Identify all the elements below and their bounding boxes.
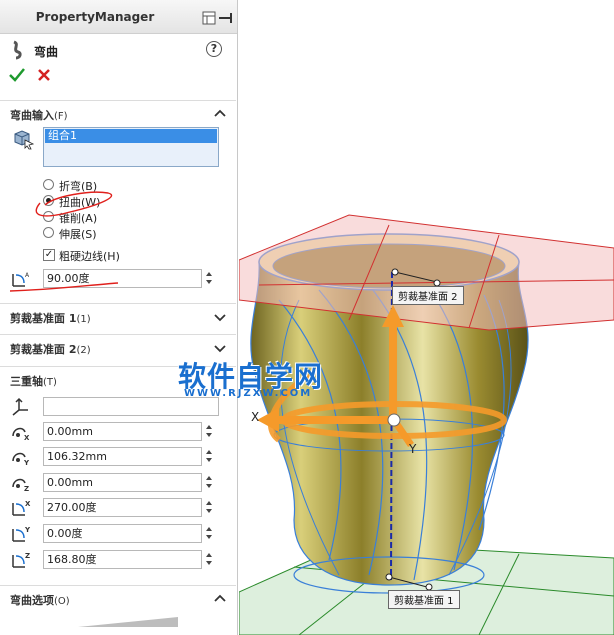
- rigid-edges-checkbox[interactable]: ✓: [43, 249, 55, 261]
- radio-button[interactable]: [43, 227, 54, 238]
- triad-entity-field[interactable]: [43, 397, 219, 416]
- z-position-spinner[interactable]: [204, 473, 216, 492]
- y-position-field[interactable]: 106.32mm: [43, 447, 202, 466]
- graphics-viewport[interactable]: 剪裁基准面 2 剪裁基准面 1 X Y: [239, 0, 614, 635]
- trim-plane-2-label[interactable]: 剪裁基准面 2: [392, 286, 464, 305]
- property-manager-panel: PropertyManager 弯曲 ? 弯曲输入(F) 组合1 折弯(B) 扭…: [0, 0, 238, 635]
- section-trim-plane-2[interactable]: 剪裁基准面 2(2): [0, 334, 236, 360]
- section-label: 剪裁基准面 1(1): [10, 312, 91, 325]
- y-position-icon: Y: [12, 452, 30, 467]
- x-rotation-icon: X: [12, 500, 31, 516]
- angle-icon: A: [12, 272, 30, 287]
- radio-button[interactable]: [43, 211, 54, 222]
- svg-text:Z: Z: [24, 485, 29, 493]
- angle-field[interactable]: 90.00度: [43, 269, 202, 288]
- section-bend-options[interactable]: 弯曲选项(O): [0, 585, 236, 611]
- trim-plane-1-label[interactable]: 剪裁基准面 1: [388, 590, 460, 609]
- x-rotation-field[interactable]: 270.00度: [43, 498, 202, 517]
- z-rotation-spinner[interactable]: [204, 550, 216, 569]
- property-manager-title: PropertyManager: [35, 10, 155, 24]
- y-rotation-icon: Y: [12, 526, 31, 542]
- x-rotation-spinner[interactable]: [204, 498, 216, 517]
- svg-text:Y: Y: [24, 526, 31, 534]
- feature-name: 弯曲: [34, 45, 59, 59]
- section-label: 弯曲选项(O): [10, 594, 70, 607]
- axis-y-label: Y: [409, 442, 417, 456]
- svg-text:Z: Z: [25, 552, 30, 560]
- pin-icon[interactable]: [201, 10, 235, 26]
- flex-feature-icon: [13, 40, 22, 60]
- radio-button[interactable]: [43, 179, 54, 190]
- section-label: 剪裁基准面 2(2): [10, 343, 91, 356]
- x-position-spinner[interactable]: [204, 422, 216, 441]
- radio-label: 折弯(B): [59, 180, 98, 193]
- property-manager-header: PropertyManager: [0, 0, 237, 34]
- axis-x-label: X: [251, 410, 260, 424]
- radio-label: 锥削(A): [59, 212, 98, 225]
- z-rotation-field[interactable]: 168.80度: [43, 550, 202, 569]
- radio-button[interactable]: [43, 195, 54, 206]
- svg-text:A: A: [25, 272, 30, 279]
- x-position-icon: X: [12, 427, 30, 442]
- chevron-up-icon[interactable]: [214, 593, 226, 605]
- y-position-spinner[interactable]: [204, 447, 216, 466]
- radio-label: 伸展(S): [59, 228, 97, 241]
- bodies-selection-box[interactable]: 组合1: [43, 127, 219, 167]
- svg-text:X: X: [24, 434, 30, 442]
- bodies-selection-icon: [14, 130, 34, 150]
- svg-text:X: X: [25, 500, 31, 508]
- model-scene: [239, 214, 614, 635]
- x-position-field[interactable]: 0.00mm: [43, 422, 202, 441]
- help-icon[interactable]: ?: [206, 41, 222, 57]
- radio-label: 扭曲(W): [59, 196, 101, 209]
- svg-text:Y: Y: [23, 459, 30, 467]
- section-triad[interactable]: 三重轴(T): [0, 366, 236, 392]
- z-position-field[interactable]: 0.00mm: [43, 473, 202, 492]
- z-position-icon: Z: [12, 478, 29, 493]
- z-rotation-icon: Z: [12, 552, 30, 568]
- selection-item[interactable]: 组合1: [45, 129, 217, 143]
- y-rotation-spinner[interactable]: [204, 524, 216, 543]
- triad-icon: [12, 397, 28, 416]
- chevron-down-icon[interactable]: [214, 342, 226, 354]
- section-label: 三重轴(T): [10, 375, 57, 388]
- accuracy-slider[interactable]: [78, 615, 178, 627]
- checkbox-label: 粗硬边线(H): [59, 250, 120, 263]
- section-label: 弯曲输入(F): [10, 109, 68, 122]
- ok-checkmark-icon[interactable]: [8, 66, 26, 84]
- angle-spinner[interactable]: [204, 269, 216, 288]
- chevron-down-icon[interactable]: [214, 311, 226, 323]
- cancel-x-icon[interactable]: [36, 67, 52, 83]
- y-rotation-field[interactable]: 0.00度: [43, 524, 202, 543]
- section-trim-plane-1[interactable]: 剪裁基准面 1(1): [0, 303, 236, 329]
- chevron-up-icon[interactable]: [214, 108, 226, 120]
- section-bend-input[interactable]: 弯曲输入(F): [0, 100, 236, 126]
